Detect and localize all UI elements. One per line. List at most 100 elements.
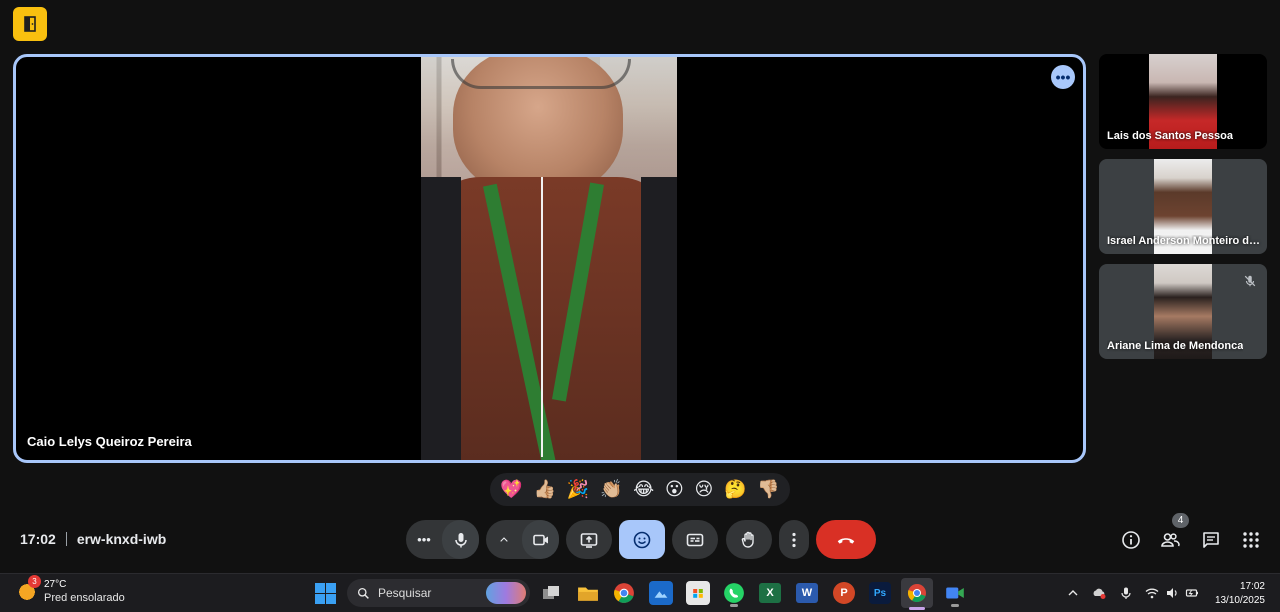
word-app[interactable]: W xyxy=(795,581,819,605)
smiley-icon xyxy=(633,531,651,548)
chevron-up-icon xyxy=(1068,590,1078,596)
participant-tile[interactable]: Ariane Lima de Mendonca xyxy=(1099,264,1267,359)
participant-name: Caio Lelys Queiroz Pereira xyxy=(27,434,192,449)
search-highlight-image xyxy=(486,582,526,604)
weather-widget[interactable]: 3 27°C Pred ensolarado xyxy=(16,574,125,605)
divider xyxy=(65,532,67,546)
more-horizontal-icon: ••• xyxy=(1055,69,1071,85)
windows-start-button[interactable] xyxy=(315,583,336,604)
powerpoint-app[interactable]: P xyxy=(832,581,856,605)
activities-button[interactable] xyxy=(1238,527,1264,553)
audio-options-button[interactable]: ••• xyxy=(406,520,442,559)
more-vertical-icon xyxy=(792,532,796,547)
system-clock[interactable]: 17:02 13/10/2025 xyxy=(1205,580,1265,608)
participant-tile[interactable]: Lais dos Santos Pessoa xyxy=(1099,54,1267,149)
reaction-crying[interactable]: 😢 xyxy=(694,480,713,499)
chrome-app[interactable] xyxy=(612,581,636,605)
task-view-icon xyxy=(543,586,559,599)
send-reaction-button[interactable] xyxy=(619,520,665,559)
main-video-feed xyxy=(421,57,677,460)
reaction-surprised[interactable]: 😮 xyxy=(665,480,684,499)
powerpoint-icon: P xyxy=(833,582,855,604)
camera-icon xyxy=(532,534,548,545)
battery-button[interactable] xyxy=(1184,585,1200,601)
video-options-button[interactable] xyxy=(486,520,522,559)
participant-tile[interactable]: Israel Anderson Monteiro da... xyxy=(1099,159,1267,254)
hang-up-icon xyxy=(837,537,855,544)
photos-app[interactable] xyxy=(649,581,673,605)
reaction-clapping[interactable]: 👏🏼 xyxy=(600,480,622,499)
mic-control-group: ••• xyxy=(406,520,479,559)
wifi-icon xyxy=(1145,588,1159,599)
task-view-button[interactable] xyxy=(539,581,563,605)
store-app[interactable] xyxy=(686,581,710,605)
photoshop-icon: Ps xyxy=(869,582,891,604)
network-button[interactable] xyxy=(1144,585,1160,601)
excel-app[interactable]: X xyxy=(758,581,782,605)
cloud-alert-icon xyxy=(1093,588,1106,599)
battery-charging-icon xyxy=(1185,589,1198,597)
volume-button[interactable] xyxy=(1164,585,1180,601)
mic-icon xyxy=(454,532,467,547)
store-bag-icon xyxy=(693,589,703,598)
people-count-badge: 4 xyxy=(1172,513,1189,528)
reaction-thumbs-down[interactable]: 👎🏼 xyxy=(757,480,779,499)
captions-button[interactable] xyxy=(672,520,718,559)
chrome-icon xyxy=(614,583,634,603)
photoshop-app[interactable]: Ps xyxy=(868,581,892,605)
end-call-button[interactable] xyxy=(816,520,876,559)
notification-badge: 3 xyxy=(28,574,41,588)
tile-options-button[interactable]: ••• xyxy=(1051,65,1075,89)
present-screen-icon xyxy=(580,532,598,548)
show-hidden-icons-button[interactable] xyxy=(1065,585,1081,601)
taskbar-search[interactable]: Pesquisar xyxy=(347,579,530,607)
participant-name: Israel Anderson Monteiro da... xyxy=(1107,235,1263,247)
more-options-button[interactable] xyxy=(779,520,809,559)
raise-hand-icon xyxy=(741,531,754,548)
reaction-sparkling-heart[interactable]: 💖 xyxy=(500,480,522,499)
reaction-laughing[interactable]: 😂 xyxy=(633,480,654,499)
exit-door-button[interactable] xyxy=(13,7,47,41)
whatsapp-app[interactable] xyxy=(722,581,746,607)
whatsapp-icon xyxy=(724,583,744,603)
chat-icon xyxy=(1203,532,1219,548)
closed-captions-icon xyxy=(686,533,704,546)
mountain-icon xyxy=(654,591,668,598)
people-button[interactable] xyxy=(1157,527,1183,553)
meet-window: ••• Caio Lelys Queiroz Pereira Lais dos … xyxy=(0,0,1280,612)
meeting-details-button[interactable] xyxy=(1118,527,1144,553)
main-video-tile[interactable]: ••• Caio Lelys Queiroz Pereira xyxy=(13,54,1086,463)
os-taskbar: 3 27°C Pred ensolarado Pesquisar X W P P… xyxy=(0,573,1280,612)
reaction-thinking[interactable]: 🤔 xyxy=(724,480,746,499)
door-icon xyxy=(24,16,36,32)
search-placeholder: Pesquisar xyxy=(378,586,432,600)
search-icon xyxy=(357,587,369,599)
meet-app[interactable] xyxy=(943,581,967,607)
chrome-icon xyxy=(907,584,926,603)
more-horizontal-icon: ••• xyxy=(417,532,431,547)
chrome-active-app[interactable] xyxy=(901,578,933,610)
weather-temperature: 27°C xyxy=(44,579,67,590)
chat-button[interactable] xyxy=(1198,527,1224,553)
camera-control-group xyxy=(486,520,559,559)
meeting-time: 17:02 xyxy=(20,531,56,547)
reactions-bar: 💖 👍🏼 🎉 👏🏼 😂 😮 😢 🤔 👎🏼 xyxy=(490,473,790,506)
microphone-tray-button[interactable] xyxy=(1118,585,1134,601)
raise-hand-button[interactable] xyxy=(726,520,772,559)
reaction-party-popper[interactable]: 🎉 xyxy=(567,480,589,499)
file-explorer-app[interactable] xyxy=(576,581,600,605)
folder-icon xyxy=(578,587,598,601)
tray-app-button[interactable] xyxy=(1091,585,1107,601)
apps-grid-icon xyxy=(1243,532,1259,548)
present-screen-button[interactable] xyxy=(566,520,612,559)
mic-toggle-button[interactable] xyxy=(442,520,479,559)
sun-icon: 3 xyxy=(16,574,41,603)
video-camera-icon xyxy=(946,587,964,599)
mic-icon xyxy=(1121,587,1131,599)
chevron-up-icon xyxy=(500,536,508,542)
reaction-thumbs-up[interactable]: 👍🏼 xyxy=(534,480,556,499)
participant-name: Lais dos Santos Pessoa xyxy=(1107,130,1233,142)
info-icon xyxy=(1122,531,1140,549)
word-icon: W xyxy=(796,583,818,603)
camera-toggle-button[interactable] xyxy=(522,520,559,559)
